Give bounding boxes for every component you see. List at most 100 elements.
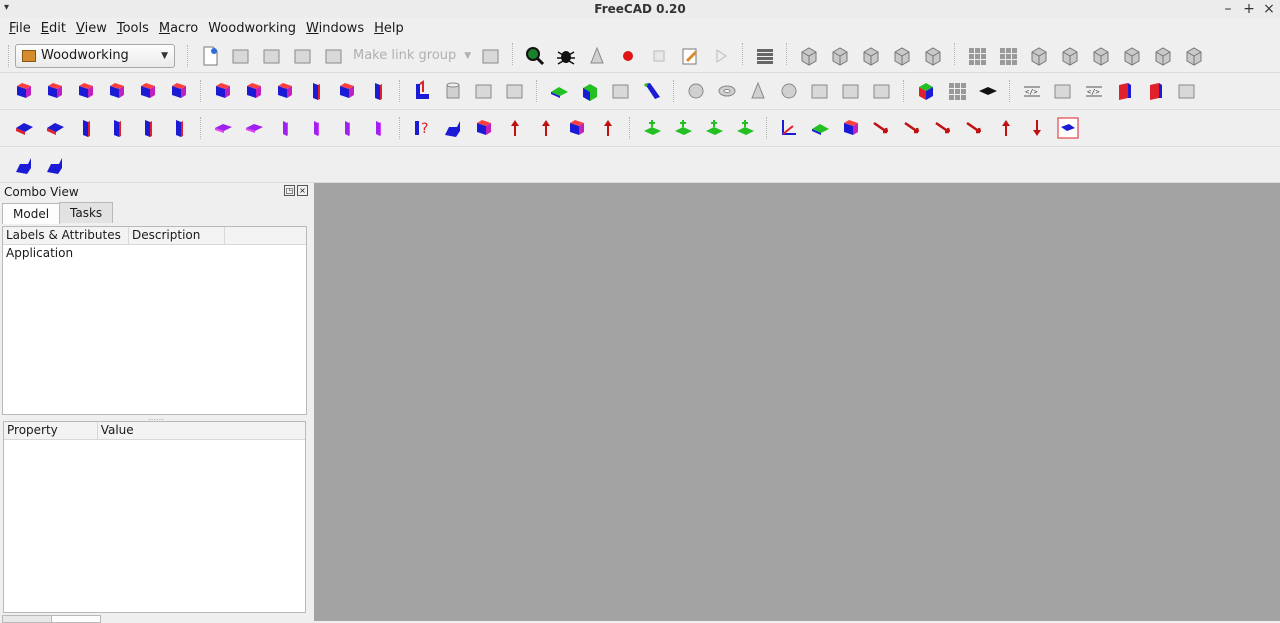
woodworking-tool-icon[interactable] (471, 115, 497, 141)
woodworking-tool-icon[interactable] (869, 78, 895, 104)
open-icon[interactable] (228, 43, 254, 69)
folder-icon[interactable] (321, 43, 347, 69)
menu-woodworking[interactable]: Woodworking (203, 21, 301, 36)
woodworking-tool-icon[interactable]: </> (1081, 78, 1107, 104)
woodworking-tool-icon[interactable] (639, 78, 665, 104)
woodworking-tool-icon[interactable] (241, 78, 267, 104)
woodworking-tool-icon[interactable] (272, 78, 298, 104)
woodworking-tool-icon[interactable] (272, 115, 298, 141)
mirror-view-icon[interactable] (1088, 43, 1114, 69)
woodworking-tool-icon[interactable] (931, 115, 957, 141)
woodworking-tool-icon[interactable] (241, 115, 267, 141)
woodworking-tool-icon[interactable] (670, 115, 696, 141)
woodworking-tool-icon[interactable] (502, 115, 528, 141)
tree-view-icon[interactable] (995, 43, 1021, 69)
woodworking-tool-icon[interactable] (471, 78, 497, 104)
woodworking-tool-icon[interactable] (11, 115, 37, 141)
woodworking-tool-icon[interactable] (913, 78, 939, 104)
woodworking-tool-icon[interactable] (1174, 78, 1200, 104)
woodworking-tool-icon[interactable] (807, 115, 833, 141)
woodworking-tool-icon[interactable]: ? (409, 115, 435, 141)
woodworking-tool-icon[interactable] (1024, 115, 1050, 141)
woodworking-tool-icon[interactable] (104, 115, 130, 141)
woodworking-tool-icon[interactable] (683, 78, 709, 104)
menu-macro[interactable]: Macro (154, 21, 203, 36)
view-bottom-icon[interactable] (920, 43, 946, 69)
woodworking-tool-icon[interactable] (962, 115, 988, 141)
woodworking-tool-icon[interactable] (776, 78, 802, 104)
search-workbench-icon[interactable] (522, 43, 548, 69)
menu-help[interactable]: Help (369, 21, 409, 36)
woodworking-tool-icon[interactable] (745, 78, 771, 104)
column-description[interactable]: Description (129, 227, 225, 244)
woodworking-tool-icon[interactable] (595, 115, 621, 141)
woodworking-tool-icon[interactable] (11, 78, 37, 104)
list-view-icon[interactable] (752, 43, 778, 69)
join-corner-icon[interactable] (11, 152, 37, 178)
column-labels[interactable]: Labels & Attributes (3, 227, 129, 244)
menu-tools[interactable]: Tools (112, 21, 154, 36)
new-document-icon[interactable] (197, 43, 223, 69)
column-value[interactable]: Value (98, 422, 305, 439)
close-button[interactable]: × (1262, 0, 1276, 18)
woodworking-tool-icon[interactable] (533, 115, 559, 141)
edit-macro-icon[interactable] (677, 43, 703, 69)
woodworking-tool-icon[interactable] (1055, 115, 1081, 141)
woodworking-tool-icon[interactable] (135, 78, 161, 104)
woodworking-tool-icon[interactable] (975, 78, 1001, 104)
woodworking-tool-icon[interactable] (440, 78, 466, 104)
window-menu-icon[interactable]: ▾ (4, 2, 9, 13)
woodworking-tool-icon[interactable] (365, 78, 391, 104)
woodworking-tool-icon[interactable] (546, 78, 572, 104)
link-icon[interactable] (478, 43, 504, 69)
woodworking-tool-icon[interactable] (1143, 78, 1169, 104)
woodworking-tool-icon[interactable] (42, 78, 68, 104)
menu-windows[interactable]: Windows (301, 21, 369, 36)
woodworking-tool-icon[interactable] (210, 78, 236, 104)
woodworking-tool-icon[interactable] (993, 115, 1019, 141)
menu-edit[interactable]: Edit (36, 21, 71, 36)
woodworking-tool-icon[interactable] (135, 115, 161, 141)
close-icon[interactable]: × (297, 185, 308, 196)
minimize-button[interactable]: – (1221, 0, 1235, 18)
woodworking-tool-icon[interactable] (608, 78, 634, 104)
workbench-selector[interactable]: Woodworking ▼ (15, 43, 175, 68)
stop-macro-icon[interactable] (646, 43, 672, 69)
rotate-view-icon[interactable] (1057, 43, 1083, 69)
woodworking-tool-icon[interactable] (73, 78, 99, 104)
woodworking-tool-icon[interactable] (577, 78, 603, 104)
make-link-group-button[interactable]: Make link group ▼ (353, 48, 471, 63)
woodworking-tool-icon[interactable] (1050, 78, 1076, 104)
menu-file[interactable]: File (4, 21, 36, 36)
woodworking-tool-icon[interactable] (564, 115, 590, 141)
woodworking-tool-icon[interactable] (166, 115, 192, 141)
woodworking-tool-icon[interactable] (303, 115, 329, 141)
join-corner-alt-icon[interactable] (42, 152, 68, 178)
3d-viewport[interactable] (314, 183, 1280, 621)
tab-model[interactable]: Model (2, 203, 61, 224)
add-icon[interactable] (290, 43, 316, 69)
save-icon[interactable] (259, 43, 285, 69)
woodworking-tool-icon[interactable] (104, 78, 130, 104)
magnet-icon[interactable] (1181, 43, 1207, 69)
woodworking-tool-icon[interactable] (838, 115, 864, 141)
woodworking-tool-icon[interactable] (334, 78, 360, 104)
woodworking-tool-icon[interactable] (73, 115, 99, 141)
property-editor[interactable]: Property Value (3, 421, 306, 613)
woodworking-tool-icon[interactable] (440, 115, 466, 141)
woodworking-tool-icon[interactable] (502, 78, 528, 104)
woodworking-tool-icon[interactable] (409, 78, 435, 104)
dependency-graph-icon[interactable] (584, 43, 610, 69)
woodworking-tool-icon[interactable] (1112, 78, 1138, 104)
woodworking-tool-icon[interactable] (944, 78, 970, 104)
cube-view-icon[interactable] (1150, 43, 1176, 69)
model-tree[interactable]: Labels & Attributes Description Applicat… (2, 226, 307, 415)
measure-icon[interactable] (1026, 43, 1052, 69)
view-right-icon[interactable] (858, 43, 884, 69)
woodworking-tool-icon[interactable] (365, 115, 391, 141)
woodworking-tool-icon[interactable] (838, 78, 864, 104)
woodworking-tool-icon[interactable] (334, 115, 360, 141)
float-icon[interactable]: ◳ (284, 185, 295, 196)
tab-tasks[interactable]: Tasks (59, 202, 114, 223)
woodworking-tool-icon[interactable] (701, 115, 727, 141)
